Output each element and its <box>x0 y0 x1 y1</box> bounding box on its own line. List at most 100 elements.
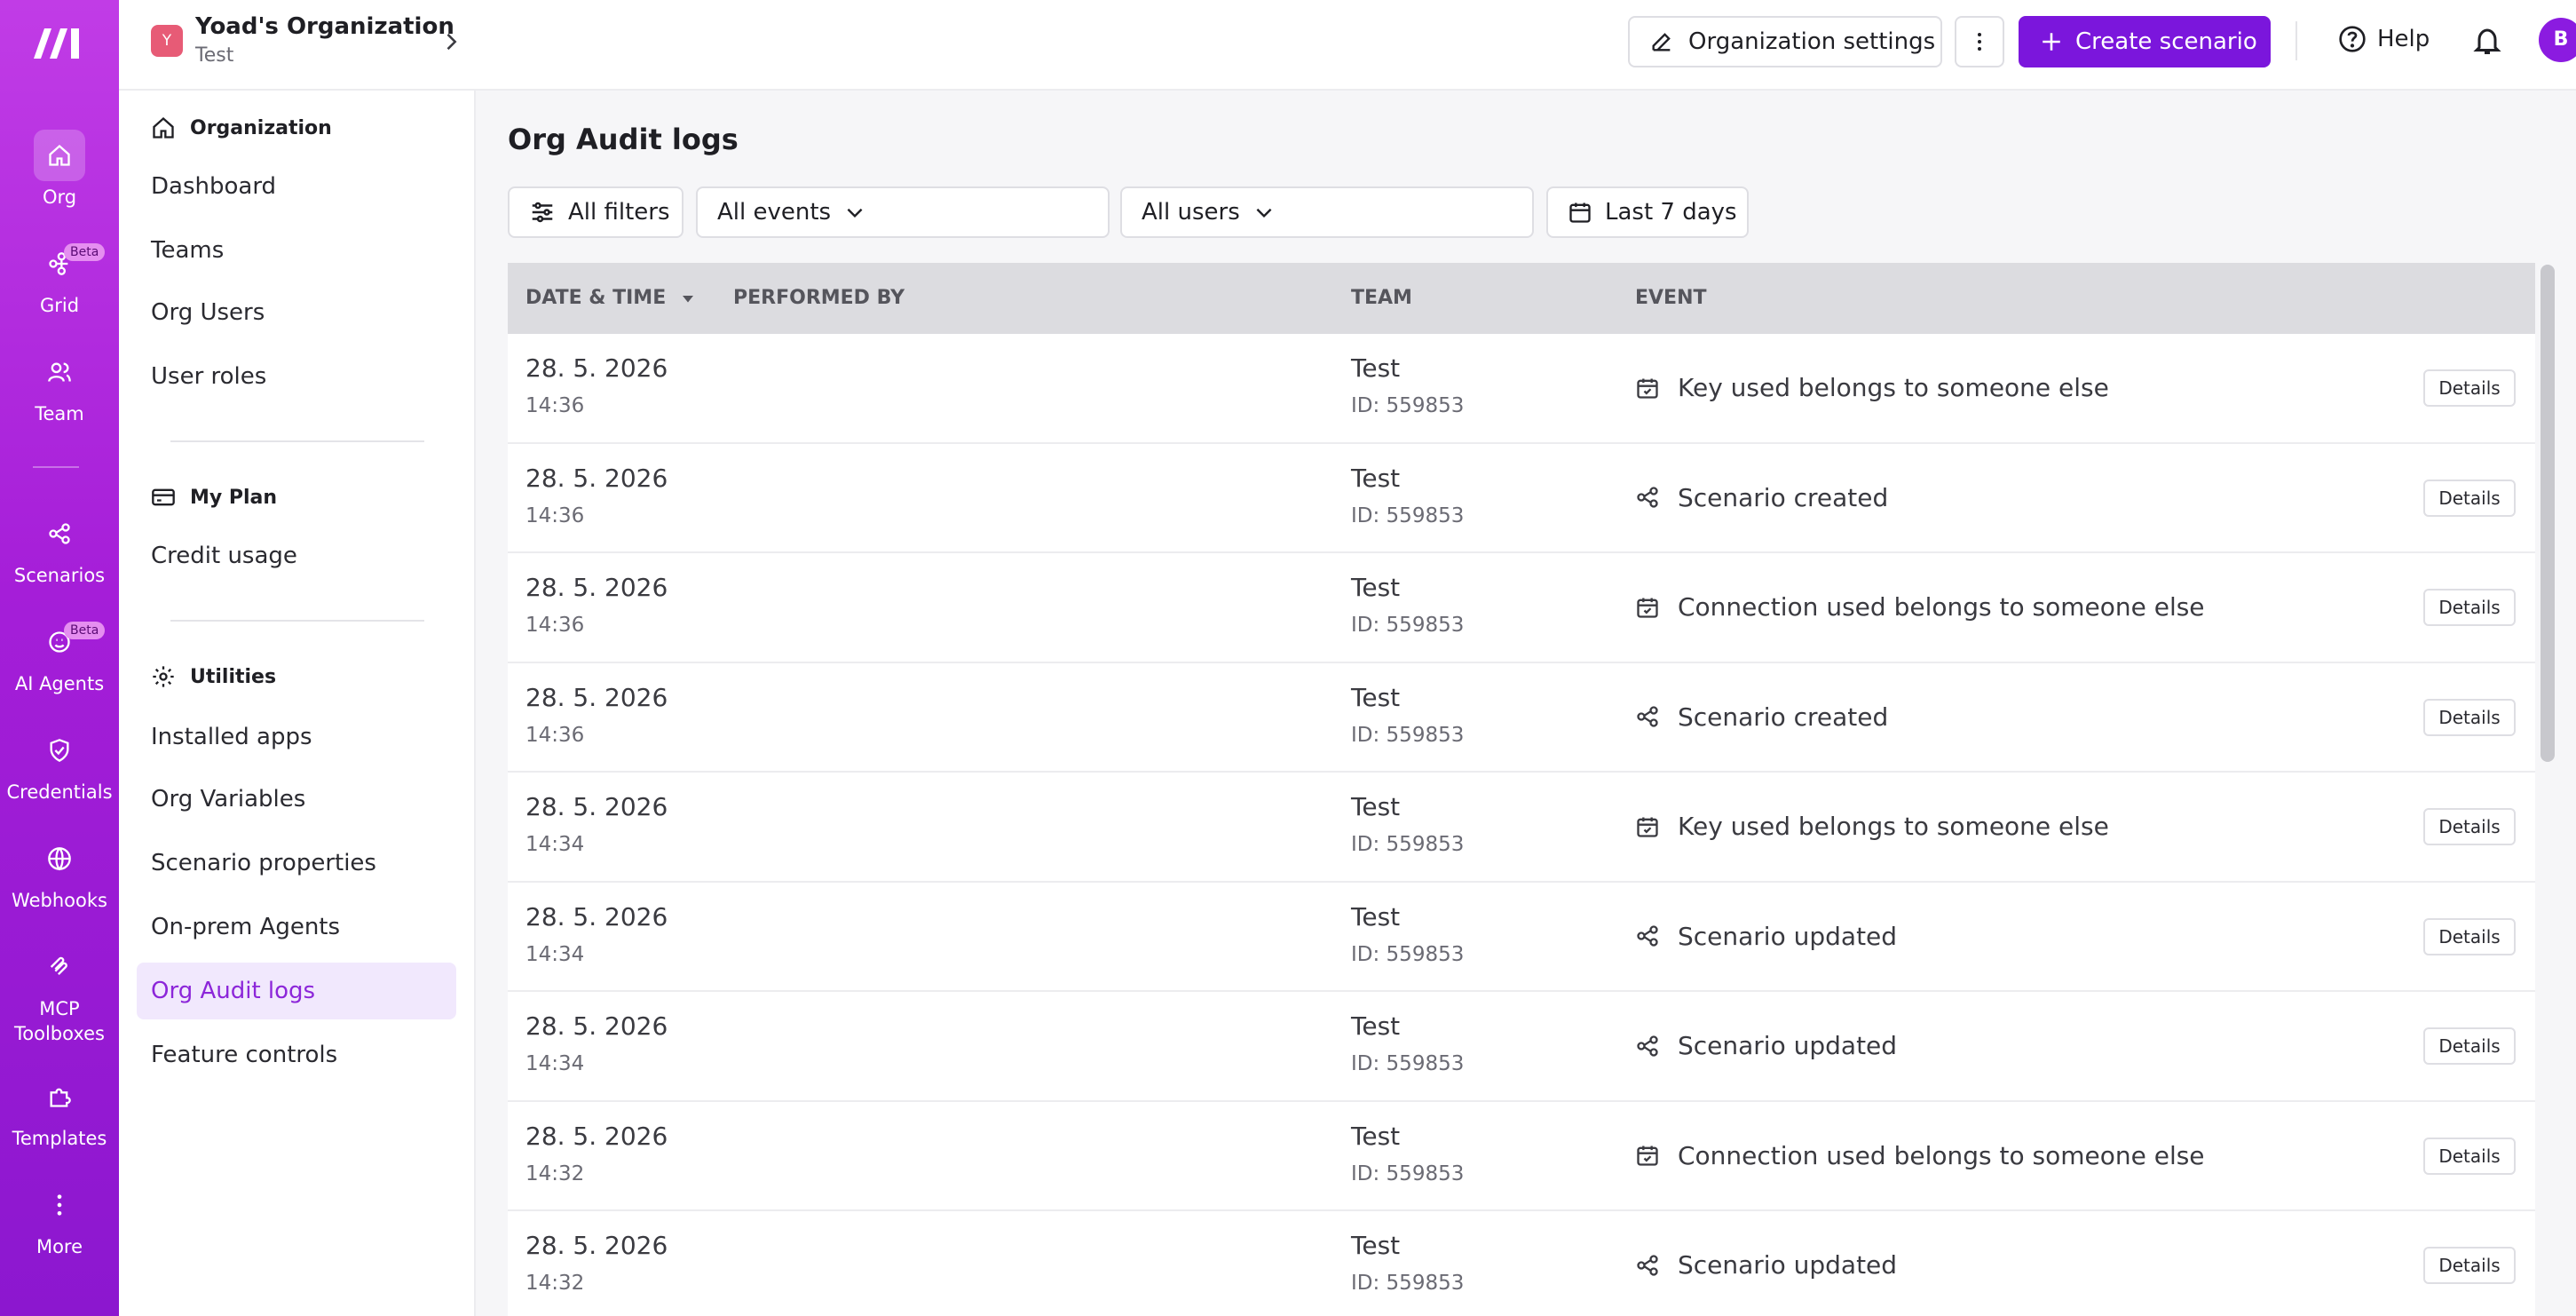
organization-settings-button[interactable]: Organization settings <box>1628 16 1942 67</box>
user-avatar[interactable]: B <box>2539 18 2576 62</box>
chevron-down-icon <box>1256 208 1272 218</box>
chevron-right-icon[interactable] <box>439 27 463 57</box>
share-icon <box>1635 924 1660 948</box>
rail-item-more[interactable]: More <box>0 1179 119 1259</box>
users-select-value: All users <box>1142 199 1240 226</box>
header-divider <box>2295 21 2297 60</box>
rail-item-credentials[interactable]: Credentials <box>0 725 119 805</box>
row-event-text: Key used belongs to someone else <box>1678 373 2109 402</box>
make-logo-icon[interactable] <box>30 23 89 62</box>
sidebar-item-installed-apps[interactable]: Installed apps <box>137 709 456 765</box>
table-row[interactable]: 28. 5. 2026 14:34 Test ID: 559853 Scenario u… <box>508 992 2535 1102</box>
table-row[interactable]: 28. 5. 2026 14:36 Test ID: 559853 Connection… <box>508 553 2535 663</box>
calendar-icon <box>1569 202 1591 223</box>
rail-item-team[interactable]: Team <box>0 346 119 426</box>
bell-icon[interactable] <box>2471 25 2503 57</box>
home-icon <box>153 116 174 139</box>
column-header-label: DATE & TIME <box>525 287 667 309</box>
all-filters-button[interactable]: All filters <box>508 186 684 238</box>
date-range-button[interactable]: Last 7 days <box>1546 186 1749 238</box>
row-team-id: ID: 559853 <box>1351 1161 1465 1185</box>
sidebar-item-credit-usage[interactable]: Credit usage <box>137 527 456 584</box>
row-time: 14:32 <box>525 1161 585 1185</box>
events-select[interactable]: All events <box>696 186 1110 238</box>
details-button[interactable]: Details <box>2423 369 2516 407</box>
table-header: DATE & TIME PERFORMED BY TEAM EVENT <box>508 263 2535 334</box>
row-team-id: ID: 559853 <box>1351 833 1465 856</box>
table-row[interactable]: 28. 5. 2026 14:36 Test ID: 559853 Scenario c… <box>508 662 2535 773</box>
org-name[interactable]: Yoad's Organization <box>195 13 454 40</box>
credit-card-icon <box>152 488 175 506</box>
table-row[interactable]: 28. 5. 2026 14:36 Test ID: 559853 Scenario c… <box>508 443 2535 553</box>
sidebar-item-dashboard[interactable]: Dashboard <box>137 158 456 215</box>
row-team-name: Test <box>1351 792 1401 821</box>
sidebar-item-scenario-properties[interactable]: Scenario properties <box>137 835 456 892</box>
sidebar-item-org-variables[interactable]: Org Variables <box>137 771 456 828</box>
rail-item-webhooks[interactable]: Webhooks <box>0 833 119 913</box>
details-button[interactable]: Details <box>2423 589 2516 626</box>
details-button[interactable]: Details <box>2423 479 2516 517</box>
row-team-name: Test <box>1351 463 1401 493</box>
row-event: Scenario updated <box>1635 1031 1897 1060</box>
rail-item-templates[interactable]: Templates <box>0 1071 119 1151</box>
users-select[interactable]: All users <box>1120 186 1534 238</box>
scrollbar-thumb[interactable] <box>2540 265 2555 762</box>
section-title: Utilities <box>190 665 277 688</box>
row-event-text: Connection used belongs to someone else <box>1678 592 2205 622</box>
rail-item-org[interactable]: Org <box>0 130 119 210</box>
sort-desc-icon <box>683 296 694 303</box>
row-date: 28. 5. 2026 <box>525 353 668 383</box>
create-scenario-button[interactable]: Create scenario <box>2019 16 2271 67</box>
details-button[interactable]: Details <box>2423 808 2516 845</box>
row-team-name: Test <box>1351 1121 1401 1151</box>
row-event: Connection used belongs to someone else <box>1635 592 2205 622</box>
row-event-text: Scenario updated <box>1678 921 1898 951</box>
row-time: 14:32 <box>525 1272 585 1295</box>
details-button[interactable]: Details <box>2423 1247 2516 1284</box>
rail-item-scenarios[interactable]: Scenarios <box>0 508 119 588</box>
table-row[interactable]: 28. 5. 2026 14:34 Test ID: 559853 Key used b… <box>508 773 2535 883</box>
details-button[interactable]: Details <box>2423 1027 2516 1065</box>
section-title: My Plan <box>190 486 278 509</box>
rail-label: MCP Toolboxes <box>14 998 105 1044</box>
rail-label: Webhooks <box>12 890 107 911</box>
table-row[interactable]: 28. 5. 2026 14:32 Test ID: 559853 Connection… <box>508 1101 2535 1211</box>
row-time: 14:34 <box>525 942 585 966</box>
row-team-id: ID: 559853 <box>1351 1272 1465 1295</box>
more-options-button[interactable] <box>1955 16 2004 67</box>
rail-item-grid[interactable]: Beta Grid <box>0 238 119 318</box>
sidebar-item-user-roles[interactable]: User roles <box>137 348 456 405</box>
rail-item-mcp-toolboxes[interactable]: MCP Toolboxes <box>0 941 119 1046</box>
rail-label: Scenarios <box>13 565 106 586</box>
row-date: 28. 5. 2026 <box>525 792 668 821</box>
column-header-performed-by: PERFORMED BY <box>733 287 905 309</box>
row-time: 14:36 <box>525 394 585 417</box>
calendar-check-icon <box>1635 376 1660 400</box>
table-row[interactable]: 28. 5. 2026 14:32 Test ID: 559853 Scenario u… <box>508 1211 2535 1316</box>
sidebar-item-teams[interactable]: Teams <box>137 222 456 279</box>
sidebar-item-org-audit-logs[interactable]: Org Audit logs <box>137 963 456 1019</box>
details-button[interactable]: Details <box>2423 917 2516 955</box>
row-date: 28. 5. 2026 <box>525 463 668 493</box>
column-header-date[interactable]: DATE & TIME <box>525 263 696 334</box>
rail-item-ai-agents[interactable]: Beta AI Agents <box>0 616 119 696</box>
column-header-team: TEAM <box>1351 287 1412 309</box>
sidebar-item-on-prem-agents[interactable]: On-prem Agents <box>137 899 456 955</box>
help-button[interactable]: Help <box>2338 25 2430 53</box>
org-avatar[interactable]: Y <box>151 25 183 57</box>
sidebar-item-feature-controls[interactable]: Feature controls <box>137 1027 456 1083</box>
grid-icon: Beta <box>34 238 106 289</box>
details-button[interactable]: Details <box>2423 1137 2516 1175</box>
share-icon <box>1635 1253 1660 1278</box>
table-row[interactable]: 28. 5. 2026 14:34 Test ID: 559853 Scenario u… <box>508 882 2535 992</box>
share-icon <box>34 508 85 559</box>
table-row[interactable]: 28. 5. 2026 14:36 Test ID: 559853 Key used b… <box>508 334 2535 444</box>
row-date: 28. 5. 2026 <box>525 1011 668 1041</box>
row-time: 14:36 <box>525 723 585 747</box>
details-button[interactable]: Details <box>2423 698 2516 736</box>
mcp-icon <box>34 941 85 993</box>
sidebar-item-org-users[interactable]: Org Users <box>137 284 456 341</box>
sidebar-section-my-plan: My Plan <box>151 485 277 510</box>
dots-vertical-icon <box>1978 33 1981 51</box>
rail-label: Grid <box>39 295 80 316</box>
